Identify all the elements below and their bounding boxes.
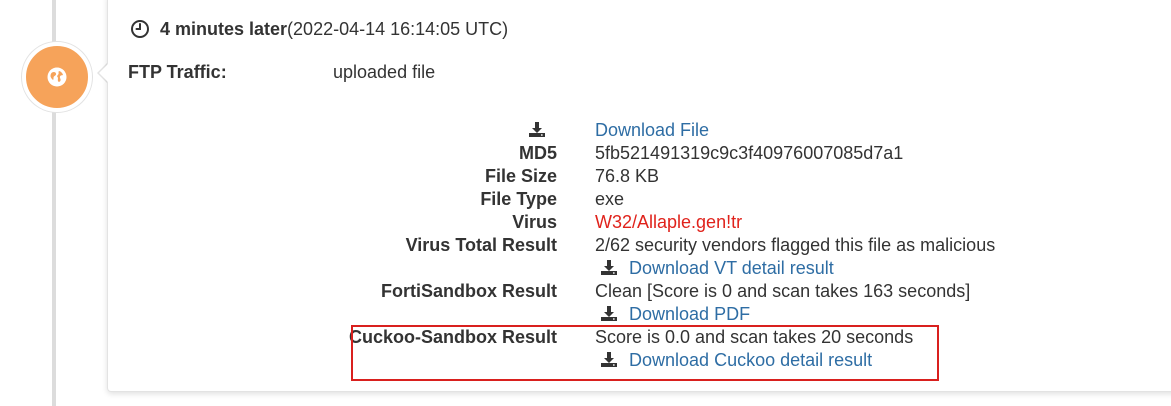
fortisandbox-result-label: FortiSandbox Result [380, 281, 557, 301]
cuckoo-highlight-box [351, 325, 939, 381]
traffic-label: FTP Traffic: [128, 62, 227, 82]
file-type-value: exe [595, 189, 625, 209]
download-icon[interactable] [528, 121, 546, 138]
virus-label: Virus [512, 212, 557, 232]
relative-time: 4 minutes later [160, 18, 288, 39]
traffic-value: uploaded file [333, 62, 436, 82]
download-file-label[interactable]: Download File [595, 120, 709, 140]
download-icon[interactable] [600, 259, 618, 276]
vt-download-link[interactable]: Download VT detail result [600, 257, 834, 280]
virus-value: W32/Allaple.gen!tr [595, 212, 743, 232]
md5-label: MD5 [518, 143, 557, 163]
clock-icon [131, 20, 149, 38]
file-size-value: 76.8 KB [595, 166, 660, 186]
globe-icon [47, 67, 67, 87]
file-type-label: File Type [480, 189, 557, 209]
download-pdf-link[interactable]: Download PDF [600, 303, 750, 326]
download-icon[interactable] [600, 305, 618, 322]
event-timestamp: (2022-04-14 16:14:05 UTC) [287, 18, 509, 39]
download-file-icon-cell[interactable] [528, 119, 546, 142]
md5-value: 5fb521491319c9c3f40976007085d7a1 [595, 143, 904, 163]
download-pdf-label[interactable]: Download PDF [629, 304, 750, 324]
file-size-label: File Size [484, 166, 557, 186]
event-badge [22, 42, 92, 112]
card-arrow-inner [99, 63, 109, 83]
fortisandbox-result-value: Clean [Score is 0 and scan takes 163 sec… [595, 281, 971, 301]
download-file-link[interactable]: Download File [595, 119, 709, 142]
event-header: 4 minutes later (2022-04-14 16:14:05 UTC… [130, 16, 508, 42]
vt-result-label: Virus Total Result [405, 235, 557, 255]
vt-download-label[interactable]: Download VT detail result [629, 258, 834, 278]
vt-result-value: 2/62 security vendors flagged this file … [595, 235, 996, 255]
